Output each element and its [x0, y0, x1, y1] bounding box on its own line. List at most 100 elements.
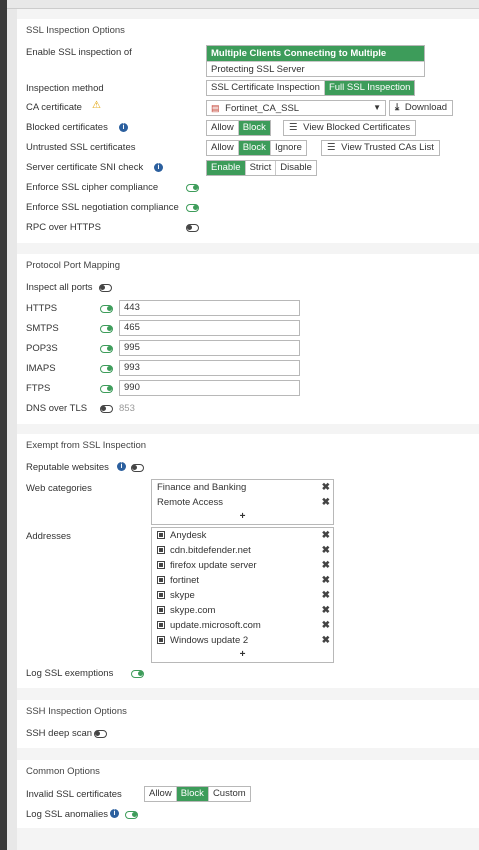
ssh-deep-scan-label: SSH deep scan	[26, 728, 93, 739]
imaps-port-input[interactable]: 993	[119, 360, 300, 376]
log-ssl-exemptions-toggle[interactable]	[131, 670, 144, 678]
imaps-toggle[interactable]	[100, 365, 113, 373]
list-icon: ☰	[289, 122, 298, 133]
remove-icon[interactable]: ✖	[322, 633, 330, 648]
invalid-certificates-group: Allow Block Custom	[144, 786, 251, 802]
list-item: skype ✖	[152, 588, 333, 603]
view-blocked-certificates-button[interactable]: ☰ View Blocked Certificates	[283, 120, 417, 136]
certificate-icon: ▤	[211, 103, 220, 113]
ssh-section-title: SSH Inspection Options	[26, 706, 127, 717]
list-item: firefox update server ✖	[152, 558, 333, 573]
option-protecting-server[interactable]: Protecting SSL Server	[207, 61, 424, 76]
option-certificate-inspection[interactable]: SSL Certificate Inspection	[207, 81, 325, 95]
ca-certificate-select[interactable]: ▤ Fortinet_CA_SSL ▼	[206, 100, 386, 116]
https-port-input[interactable]: 443	[119, 300, 300, 316]
reputable-websites-label: Reputable websites	[26, 462, 109, 473]
rpc-over-https-label: RPC over HTTPS	[26, 222, 101, 233]
dns-over-tls-port: 853	[119, 403, 135, 414]
option-allow[interactable]: Allow	[207, 121, 239, 135]
smtps-toggle[interactable]	[100, 325, 113, 333]
smtps-port-input[interactable]: 465	[119, 320, 300, 336]
list-item: Windows update 2 ✖	[152, 633, 333, 648]
option-multiple-clients[interactable]: Multiple Clients Connecting to Multiple …	[207, 46, 424, 74]
port-label-imaps: IMAPS	[26, 363, 56, 374]
https-toggle[interactable]	[100, 305, 113, 313]
port-label-pop3s: POP3S	[26, 343, 58, 354]
address-icon	[157, 546, 165, 554]
list-item: Finance and Banking ✖	[157, 480, 330, 495]
address-icon	[157, 561, 165, 569]
port-label-https: HTTPS	[26, 303, 58, 314]
inspect-all-ports-toggle[interactable]	[99, 284, 112, 292]
address-icon	[157, 576, 165, 584]
cipher-compliance-toggle[interactable]	[186, 184, 199, 192]
view-trusted-cas-button[interactable]: ☰ View Trusted CAs List	[321, 140, 440, 156]
list-item: Anydesk ✖	[152, 528, 333, 543]
pop3s-toggle[interactable]	[100, 345, 113, 353]
option-full-inspection[interactable]: Full SSL Inspection	[324, 81, 415, 95]
reputable-websites-toggle[interactable]	[131, 464, 144, 472]
blocked-certificates-group: Allow Block	[206, 120, 271, 136]
address-icon	[157, 606, 165, 614]
list-item: cdn.bitdefender.net ✖	[152, 543, 333, 558]
rpc-over-https-toggle[interactable]	[186, 224, 199, 232]
exempt-section-title: Exempt from SSL Inspection	[26, 440, 147, 451]
option-custom[interactable]: Custom	[209, 787, 250, 801]
negotiation-compliance-toggle[interactable]	[186, 204, 199, 212]
remove-icon[interactable]: ✖	[322, 573, 330, 588]
remove-icon[interactable]: ✖	[322, 543, 330, 558]
negotiation-compliance-label: Enforce SSL negotiation compliance	[26, 202, 179, 213]
remove-icon[interactable]: ✖	[322, 618, 330, 633]
ssh-deep-scan-toggle[interactable]	[94, 730, 107, 738]
addresses-label: Addresses	[26, 531, 71, 542]
web-categories-list: Finance and Banking ✖ Remote Access ✖ +	[151, 479, 334, 525]
option-strict[interactable]: Strict	[246, 161, 277, 175]
enable-ssl-label: Enable SSL inspection of	[26, 47, 132, 58]
port-label-ftps: FTPS	[26, 383, 51, 394]
option-block[interactable]: Block	[176, 787, 209, 801]
add-address-button[interactable]: +	[152, 648, 333, 662]
option-block[interactable]: Block	[238, 141, 271, 155]
log-ssl-anomalies-label: Log SSL anomalies	[26, 809, 109, 820]
common-section-title: Common Options	[26, 766, 100, 777]
cipher-compliance-label: Enforce SSL cipher compliance	[26, 182, 159, 193]
option-allow[interactable]: Allow	[145, 787, 177, 801]
remove-icon[interactable]: ✖	[322, 588, 330, 603]
option-enable[interactable]: Enable	[207, 161, 246, 175]
port-mapping-section	[17, 254, 479, 424]
pop3s-port-input[interactable]: 995	[119, 340, 300, 356]
option-ignore[interactable]: Ignore	[271, 141, 306, 155]
option-allow[interactable]: Allow	[207, 141, 239, 155]
option-disable[interactable]: Disable	[276, 161, 316, 175]
add-category-button[interactable]: +	[152, 510, 333, 524]
sni-check-group: Enable Strict Disable	[206, 160, 317, 176]
inspect-all-ports-label: Inspect all ports	[26, 282, 93, 293]
list-icon: ☰	[327, 142, 336, 153]
download-icon: ⤓	[395, 102, 400, 113]
chevron-down-icon: ▼	[373, 103, 381, 112]
log-ssl-anomalies-toggle[interactable]	[125, 811, 138, 819]
ftps-toggle[interactable]	[100, 385, 113, 393]
info-icon: i	[119, 123, 128, 132]
ssl-section-title: SSL Inspection Options	[26, 25, 125, 36]
info-icon: i	[110, 809, 119, 818]
remove-icon[interactable]: ✖	[322, 558, 330, 573]
log-ssl-exemptions-label: Log SSL exemptions	[26, 668, 114, 679]
inspection-method-group: SSL Certificate Inspection Full SSL Insp…	[206, 80, 416, 96]
remove-icon[interactable]: ✖	[322, 480, 330, 495]
view-blocked-label: View Blocked Certificates	[303, 122, 411, 133]
dns-over-tls-toggle[interactable]	[100, 405, 113, 413]
remove-icon[interactable]: ✖	[322, 495, 330, 510]
remove-icon[interactable]: ✖	[322, 603, 330, 618]
remove-icon[interactable]: ✖	[322, 528, 330, 543]
download-label: Download	[404, 102, 448, 113]
option-block[interactable]: Block	[238, 121, 270, 135]
list-item: Remote Access ✖	[157, 495, 330, 510]
list-item: update.microsoft.com ✖	[152, 618, 333, 633]
download-button[interactable]: ⤓ Download	[389, 100, 454, 116]
ftps-port-input[interactable]: 990	[119, 380, 300, 396]
top-bar	[0, 0, 479, 9]
info-icon: i	[154, 163, 163, 172]
ca-certificate-value: Fortinet_CA_SSL	[225, 103, 300, 114]
address-icon	[157, 591, 165, 599]
